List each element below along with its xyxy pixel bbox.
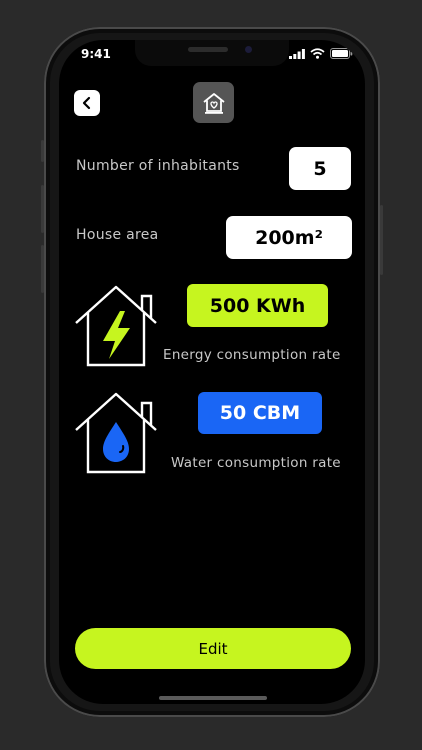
phone-mute-switch [41, 140, 44, 162]
house-heart-icon [202, 92, 225, 114]
phone-power-button [380, 205, 383, 275]
speaker-grille [188, 47, 228, 52]
chevron-left-icon [82, 96, 91, 110]
signal-icon [289, 48, 305, 59]
wifi-icon [310, 48, 325, 59]
status-time: 9:41 [81, 47, 111, 61]
notch [135, 40, 289, 66]
battery-icon [330, 48, 353, 59]
energy-rate-label: Energy consumption rate [163, 347, 341, 363]
phone-volume-up [41, 185, 44, 233]
home-indicator[interactable] [159, 696, 267, 700]
house-water-drop-icon [75, 392, 157, 474]
inhabitants-label: Number of inhabitants [76, 158, 240, 174]
app-logo [193, 82, 234, 123]
inhabitants-value[interactable]: 5 [289, 147, 351, 190]
phone-volume-down [41, 245, 44, 293]
water-value-badge: 50 CBM [198, 392, 322, 434]
house-area-value[interactable]: 200m² [226, 216, 352, 259]
house-lightning-icon [75, 285, 157, 367]
energy-value-badge: 500 KWh [187, 284, 328, 327]
app-screen: 9:41 Number of inhabitants 5 House area … [59, 40, 365, 704]
water-rate-label: Water consumption rate [171, 455, 341, 471]
front-camera [245, 46, 252, 53]
edit-button[interactable]: Edit [75, 628, 351, 669]
status-icons [289, 48, 353, 59]
back-button[interactable] [74, 90, 100, 116]
house-area-label: House area [76, 227, 159, 243]
